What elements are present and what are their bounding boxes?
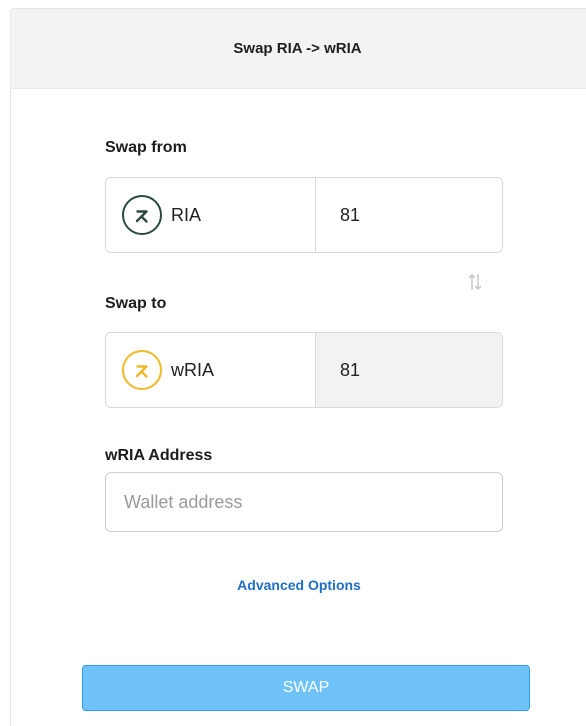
card-header: Swap RIA -> wRIA — [11, 9, 586, 89]
wria-coin-icon — [122, 350, 162, 390]
swap-to-amount-field: 81 — [316, 333, 502, 407]
swap-to-token-name: wRIA — [171, 359, 215, 380]
swap-button[interactable]: SWAP — [82, 665, 530, 711]
ria-coin-icon — [122, 195, 162, 235]
swap-from-token-name: RIA — [171, 204, 202, 225]
swap-direction-icon[interactable] — [466, 271, 484, 293]
wria-address-label: wRIA Address — [105, 447, 213, 464]
swap-from-row: RIA 81 — [105, 177, 503, 253]
advanced-options-link[interactable]: Advanced Options — [11, 577, 586, 593]
swap-from-label: Swap from — [105, 139, 187, 156]
wallet-address-input[interactable] — [105, 472, 503, 532]
header-title: Swap RIA -> wRIA — [233, 40, 362, 57]
swap-to-token[interactable]: wRIA — [106, 333, 316, 407]
swap-card: Swap RIA -> wRIA Swap from RIA 81 Swap t… — [10, 8, 586, 726]
swap-to-row: wRIA 81 — [105, 332, 503, 408]
swap-from-token[interactable]: RIA — [106, 178, 316, 252]
swap-to-label: Swap to — [105, 295, 167, 312]
swap-from-amount-input[interactable]: 81 — [316, 178, 502, 252]
